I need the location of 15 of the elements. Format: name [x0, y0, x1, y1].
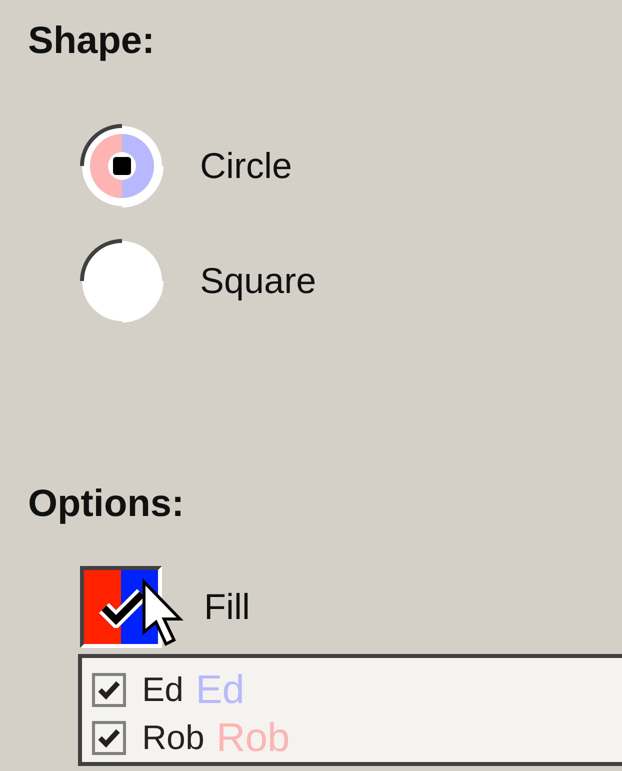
section-heading: Options:: [28, 482, 186, 526]
user-name[interactable]: Rob: [142, 712, 204, 764]
checkbox-label: Fill: [204, 585, 250, 629]
radio-label: Square: [200, 258, 316, 302]
user-name: Ed: [196, 667, 245, 714]
user-name: Rob: [216, 715, 290, 762]
section-heading: Shape:: [28, 19, 156, 64]
list-checkbox[interactable]: [92, 673, 126, 707]
radio-button[interactable]: [80, 238, 164, 322]
radio-button[interactable]: [80, 124, 164, 208]
check-icon: [97, 728, 121, 748]
user-name[interactable]: Ed: [142, 664, 184, 716]
check-icon: [97, 680, 121, 700]
radio-label: Circle: [200, 144, 292, 188]
list-checkbox[interactable]: [92, 721, 126, 755]
